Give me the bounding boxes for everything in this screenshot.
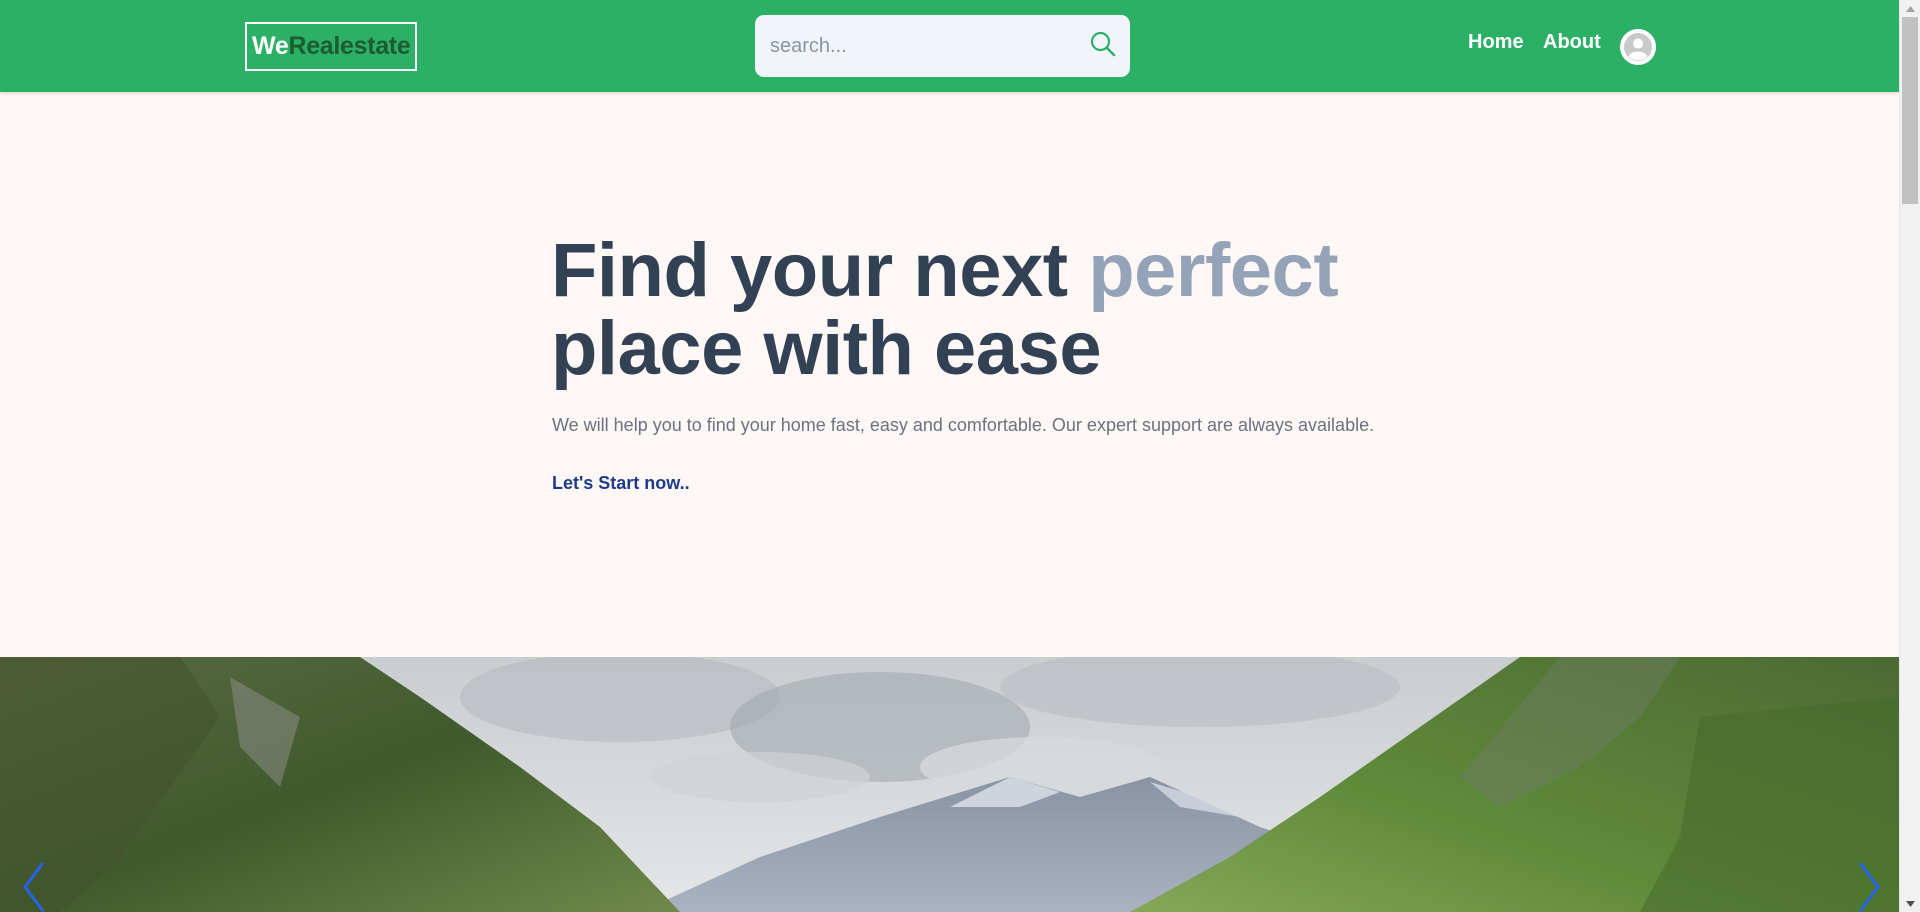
logo-secondary-text: Realestate (288, 32, 411, 60)
hero-title-accent: perfect (1088, 228, 1339, 313)
logo-primary-text: We (252, 32, 289, 60)
scrollbar-thumb[interactable] (1902, 17, 1918, 204)
nav-link-about[interactable]: About (1543, 31, 1601, 54)
hero-title-part2: place with ease (551, 306, 1102, 391)
chevron-right-icon[interactable] (1848, 857, 1888, 912)
start-now-link[interactable]: Let's Start now.. (552, 473, 690, 494)
hero-title-part1: Find your next (551, 228, 1089, 313)
nav-link-home[interactable]: Home (1468, 31, 1524, 54)
logo[interactable]: We Realestate (245, 22, 417, 71)
search-form (755, 15, 1130, 77)
user-avatar-icon[interactable] (1620, 29, 1656, 65)
image-slider (0, 657, 1899, 912)
scroll-down-arrow-icon[interactable] (1900, 895, 1920, 912)
top-navbar: WeRealestate Home About (0, 0, 1899, 92)
page: WeRealestate Home About Find your next p… (0, 0, 1899, 912)
hero-title: Find your next perfect place with ease (551, 232, 1451, 388)
scroll-up-arrow-icon[interactable] (1900, 0, 1920, 17)
mountain-landscape-image (0, 657, 1899, 912)
chevron-left-icon[interactable] (15, 857, 55, 912)
search-icon[interactable] (1088, 29, 1118, 59)
search-input[interactable] (770, 26, 1070, 66)
hero-subtitle: We will help you to find your home fast,… (552, 415, 1375, 435)
vertical-scrollbar[interactable] (1899, 0, 1920, 912)
